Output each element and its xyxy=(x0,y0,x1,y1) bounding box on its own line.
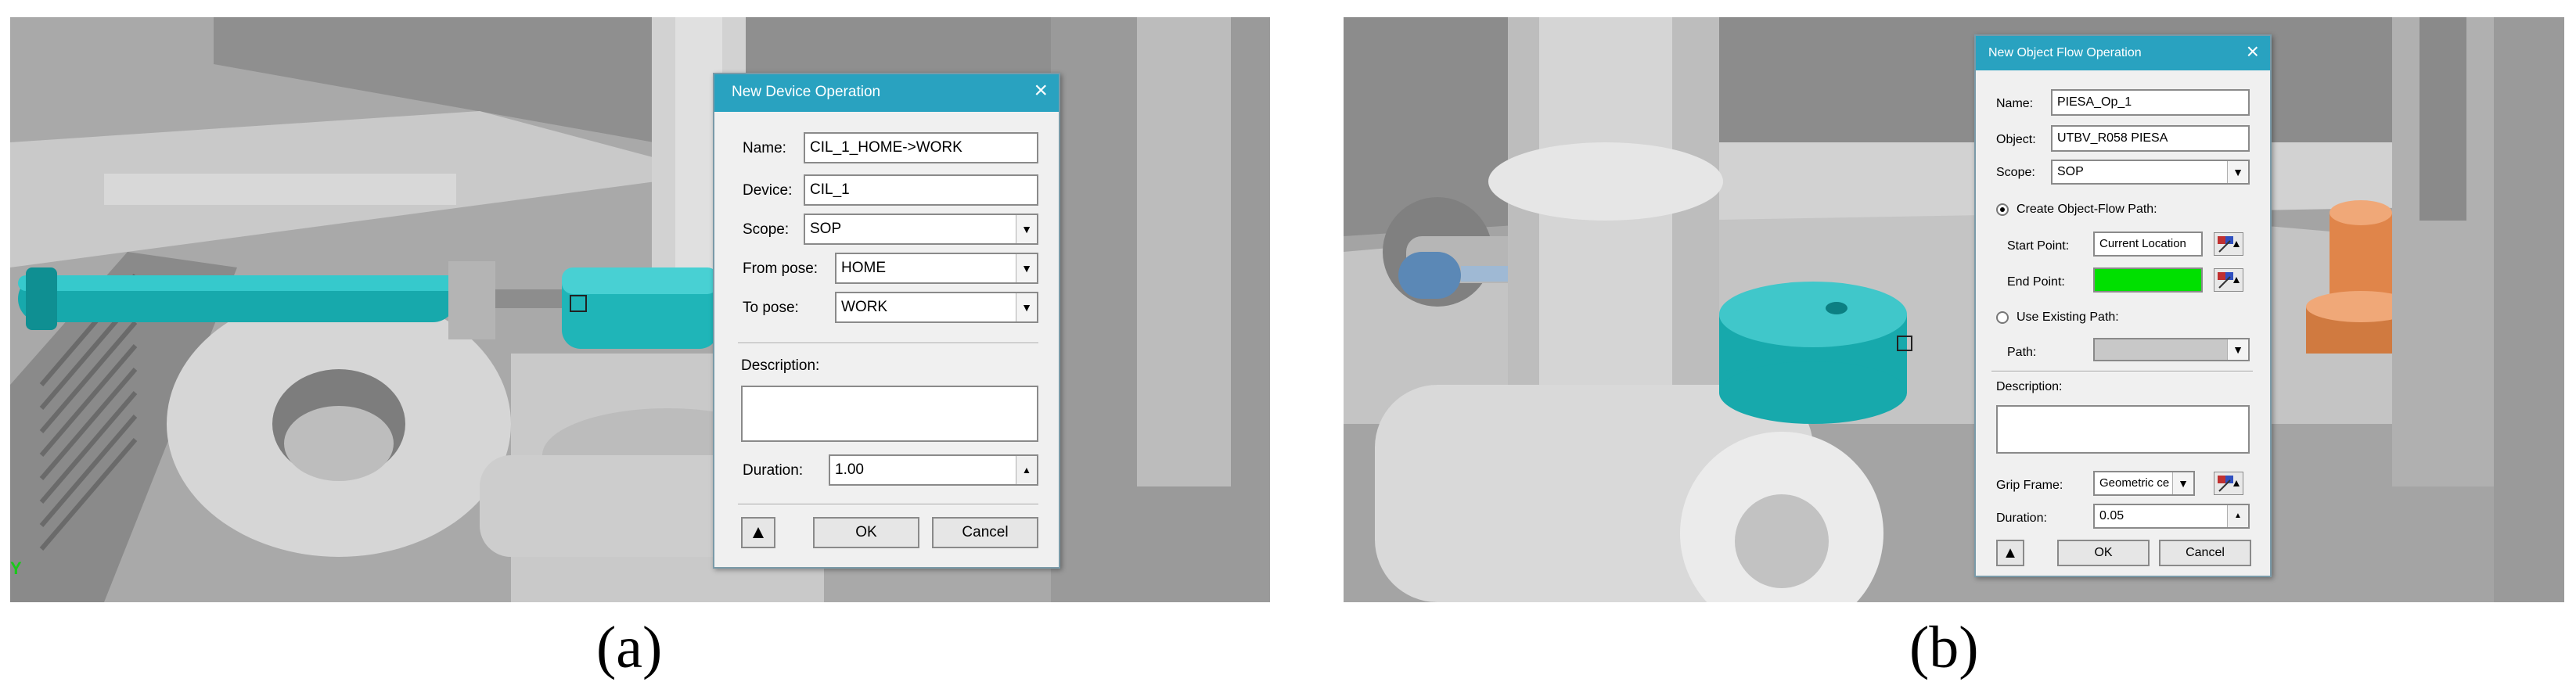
to-pose-dropdown[interactable]: WORK ▼ xyxy=(835,292,1038,323)
end-point-input[interactable] xyxy=(2093,267,2203,293)
axis-label: Y xyxy=(10,558,22,578)
scope-dropdown[interactable]: SOP ▼ xyxy=(804,214,1038,245)
expand-button[interactable]: ▲ xyxy=(1996,540,2024,566)
frame-icon xyxy=(2218,272,2240,289)
create-path-radio[interactable] xyxy=(1996,203,2009,216)
new-device-operation-dialog: New Device Operation × Name: CIL_1_HOME-… xyxy=(713,73,1060,569)
cancel-button[interactable]: Cancel xyxy=(2159,540,2251,566)
path-dropdown[interactable]: ▼ xyxy=(2093,338,2250,361)
ok-button[interactable]: OK xyxy=(2057,540,2150,566)
scope-value: SOP xyxy=(810,221,842,237)
expand-button[interactable]: ▲ xyxy=(741,517,775,548)
create-path-label: Create Object-Flow Path: xyxy=(2017,203,2157,216)
dialog-title: New Object Flow Operation xyxy=(1988,46,2142,59)
end-point-label: End Point: xyxy=(2007,275,2065,289)
close-icon[interactable]: × xyxy=(2247,39,2259,64)
chevron-down-icon[interactable]: ▼ xyxy=(2227,339,2248,360)
grip-frame-dropdown[interactable]: Geometric ce ▼ xyxy=(2093,471,2195,496)
spinner-arrows-icon[interactable]: ▲▼ xyxy=(1016,456,1037,484)
scope-dropdown[interactable]: SOP ▼ xyxy=(2051,160,2250,185)
name-input[interactable]: CIL_1_HOME->WORK xyxy=(804,132,1038,163)
up-arrow-icon: ▲ xyxy=(2002,544,2018,562)
name-input[interactable]: PIESA_Op_1 xyxy=(2051,89,2250,116)
caption-b: (b) xyxy=(1909,615,1979,680)
duration-value: 1.00 xyxy=(835,461,864,478)
piesa-part xyxy=(1719,282,1907,424)
spinner-arrows-icon[interactable]: ▲▼ xyxy=(2227,505,2248,527)
viewport-a[interactable]: Y New Device Operation × Name: CIL_1_HOM… xyxy=(10,17,1270,602)
grip-frame-value: Geometric ce xyxy=(2099,476,2170,490)
start-point-input[interactable]: Current Location xyxy=(2093,232,2203,257)
divider xyxy=(738,343,1038,344)
scene-3d-a xyxy=(10,17,1270,602)
chevron-down-icon[interactable]: ▼ xyxy=(1016,215,1037,243)
scope-label: Scope: xyxy=(743,221,790,238)
from-pose-dropdown[interactable]: HOME ▼ xyxy=(835,253,1038,284)
close-icon[interactable]: × xyxy=(1034,77,1048,104)
ok-button[interactable]: OK xyxy=(813,517,919,548)
caption-a: (a) xyxy=(596,615,663,680)
chevron-down-icon[interactable]: ▼ xyxy=(1016,254,1037,282)
description-textarea[interactable] xyxy=(741,386,1038,442)
chevron-down-icon[interactable]: ▼ xyxy=(2172,472,2193,494)
start-point-label: Start Point: xyxy=(2007,239,2070,253)
new-object-flow-operation-dialog: New Object Flow Operation × Name: PIESA_… xyxy=(1974,34,2272,577)
duration-stepper[interactable]: 0.05 ▲▼ xyxy=(2093,504,2250,529)
dialog-title-bar[interactable]: New Device Operation × xyxy=(714,74,1059,112)
name-label: Name: xyxy=(743,140,786,156)
from-pose-label: From pose: xyxy=(743,260,818,277)
up-arrow-icon: ▲ xyxy=(749,522,768,543)
dialog-title: New Device Operation xyxy=(732,84,881,100)
divider xyxy=(1991,371,2253,372)
frame-icon xyxy=(2218,236,2240,253)
grip-frame-label: Grip Frame: xyxy=(1996,479,2063,492)
scope-label: Scope: xyxy=(1996,166,2035,179)
use-existing-radio[interactable] xyxy=(1996,311,2009,324)
description-label: Description: xyxy=(1996,380,2063,393)
chevron-down-icon[interactable]: ▼ xyxy=(2227,161,2248,183)
object-input[interactable]: UTBV_R058 PIESA xyxy=(2051,125,2250,152)
to-pose-label: To pose: xyxy=(743,300,799,316)
duration-label: Duration: xyxy=(743,462,804,479)
use-existing-label: Use Existing Path: xyxy=(2017,311,2119,324)
description-label: Description: xyxy=(741,357,820,374)
chevron-down-icon[interactable]: ▼ xyxy=(1016,293,1037,321)
from-pose-value: HOME xyxy=(841,260,886,276)
description-textarea[interactable] xyxy=(1996,405,2250,454)
device-label: Device: xyxy=(743,182,793,199)
object-label: Object: xyxy=(1996,133,2036,146)
pick-location-icon[interactable] xyxy=(2214,232,2243,256)
dialog-title-bar[interactable]: New Object Flow Operation × xyxy=(1976,36,2270,70)
viewport-b[interactable]: New Object Flow Operation × Name: PIESA_… xyxy=(1344,17,2564,602)
to-pose-value: WORK xyxy=(841,299,888,315)
pick-frame-icon[interactable] xyxy=(2214,472,2243,495)
cancel-button[interactable]: Cancel xyxy=(932,517,1038,548)
duration-stepper[interactable]: 1.00 ▲▼ xyxy=(829,454,1038,486)
path-label: Path: xyxy=(2007,346,2037,359)
scope-value: SOP xyxy=(2057,165,2084,178)
device-input[interactable]: CIL_1 xyxy=(804,174,1038,206)
frame-icon xyxy=(2218,476,2240,492)
duration-label: Duration: xyxy=(1996,512,2047,525)
divider xyxy=(738,504,1038,505)
duration-value: 0.05 xyxy=(2099,509,2124,522)
name-label: Name: xyxy=(1996,97,2034,110)
pick-location-icon[interactable] xyxy=(2214,268,2243,292)
scene-3d-b xyxy=(1344,17,2564,602)
